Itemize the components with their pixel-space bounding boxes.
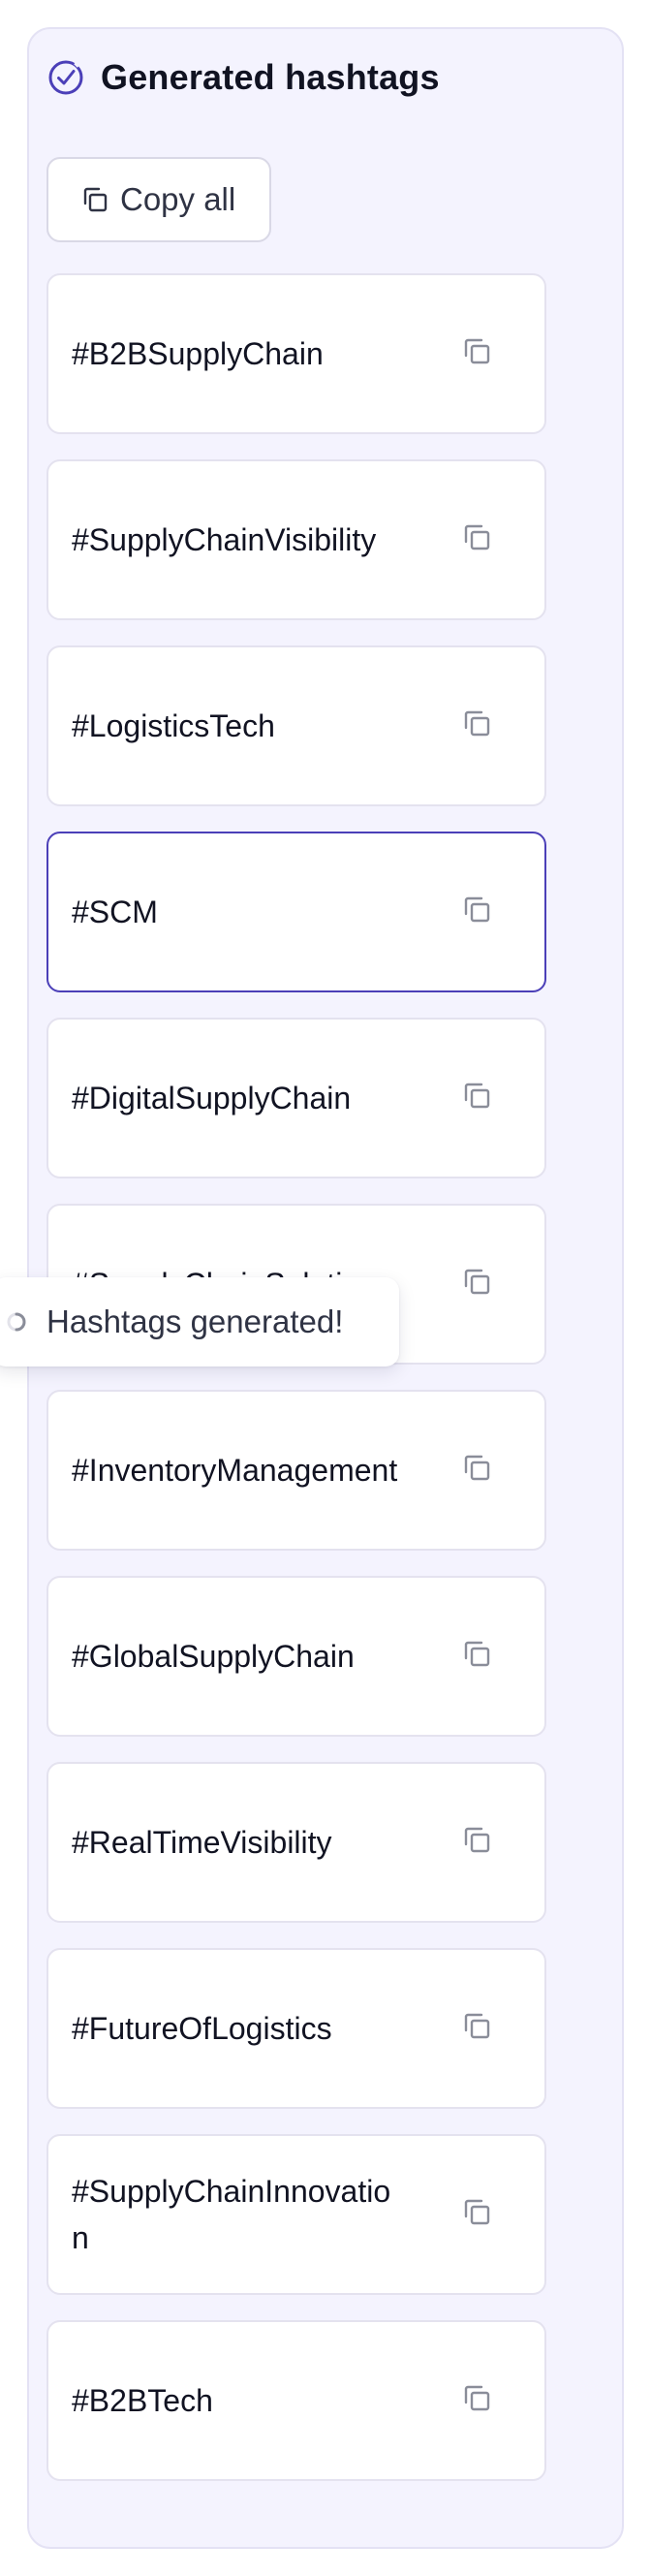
copy-icon — [83, 187, 108, 212]
hashtag-text: #InventoryManagement — [72, 1453, 398, 1488]
copy-icon — [464, 896, 490, 923]
copy-hashtag-button[interactable] — [457, 1076, 496, 1115]
page-title: Generated hashtags — [101, 57, 440, 97]
copy-icon — [464, 2199, 490, 2225]
toast-message: Hashtags generated! — [46, 1304, 344, 1339]
copy-hashtag-button[interactable] — [457, 890, 496, 928]
copy-hashtag-button[interactable] — [457, 704, 496, 742]
hashtag-text: #FutureOfLogistics — [72, 2011, 332, 2046]
panel-header: Generated hashtags — [46, 52, 440, 103]
copy-hashtag-button[interactable] — [457, 1448, 496, 1487]
hashtag-text: #SCM — [72, 895, 158, 929]
check-circle-icon — [48, 60, 83, 95]
hashtag-card[interactable]: #GlobalSupplyChain — [46, 1576, 546, 1737]
copy-all-label: Copy all — [120, 181, 236, 217]
hashtag-card[interactable]: #SupplyChainInnovation — [46, 2134, 546, 2295]
copy-hashtag-button[interactable] — [457, 1262, 496, 1301]
hashtag-text: #B2BTech — [72, 2383, 213, 2418]
copy-icon — [464, 2013, 490, 2039]
hashtag-card[interactable]: #DigitalSupplyChain — [46, 1018, 546, 1178]
copy-hashtag-button[interactable] — [457, 2192, 496, 2231]
hashtag-text: #GlobalSupplyChain — [72, 1639, 355, 1674]
copy-icon — [464, 338, 490, 364]
copy-hashtag-button[interactable] — [457, 518, 496, 556]
toast-notification: Hashtags generated! — [0, 1277, 399, 1367]
hashtag-card[interactable]: #SCM — [46, 832, 546, 992]
hashtag-text: #B2BSupplyChain — [72, 336, 324, 371]
copy-hashtag-button[interactable] — [457, 1634, 496, 1673]
copy-icon — [464, 524, 490, 550]
hashtag-text: #DigitalSupplyChain — [72, 1081, 352, 1115]
copy-hashtag-button[interactable] — [457, 2006, 496, 2045]
copy-icon — [464, 1269, 490, 1295]
hashtag-list: #B2BSupplyChain #SupplyChainVisibility #Lo… — [46, 273, 546, 2506]
hashtag-card[interactable]: #LogisticsTech — [46, 645, 546, 806]
hashtag-card[interactable]: #B2BSupplyChain — [46, 273, 546, 434]
copy-icon — [464, 1083, 490, 1109]
hashtag-card[interactable]: #RealTimeVisibility — [46, 1762, 546, 1923]
copy-hashtag-button[interactable] — [457, 1820, 496, 1859]
copy-hashtag-button[interactable] — [457, 2378, 496, 2417]
hashtag-card[interactable]: #InventoryManagement — [46, 1390, 546, 1551]
spinner-icon — [7, 1312, 26, 1332]
copy-icon — [464, 1455, 490, 1481]
copy-icon — [464, 1827, 490, 1853]
hashtag-text: #SupplyChainVisibility — [72, 522, 377, 557]
copy-icon — [464, 2385, 490, 2411]
copy-all-button[interactable]: Copy all — [46, 157, 271, 242]
hashtag-card[interactable]: #FutureOfLogistics — [46, 1948, 546, 2109]
hashtag-text: #SupplyChainInnovation — [72, 2174, 391, 2255]
hashtag-text: #RealTimeVisibility — [72, 1825, 332, 1860]
hashtag-card[interactable]: #SupplyChainVisibility — [46, 459, 546, 620]
copy-hashtag-button[interactable] — [457, 331, 496, 370]
copy-icon — [464, 1641, 490, 1667]
hashtag-text: #LogisticsTech — [72, 708, 275, 743]
hashtag-card[interactable]: #B2BTech — [46, 2320, 546, 2481]
copy-icon — [464, 710, 490, 737]
